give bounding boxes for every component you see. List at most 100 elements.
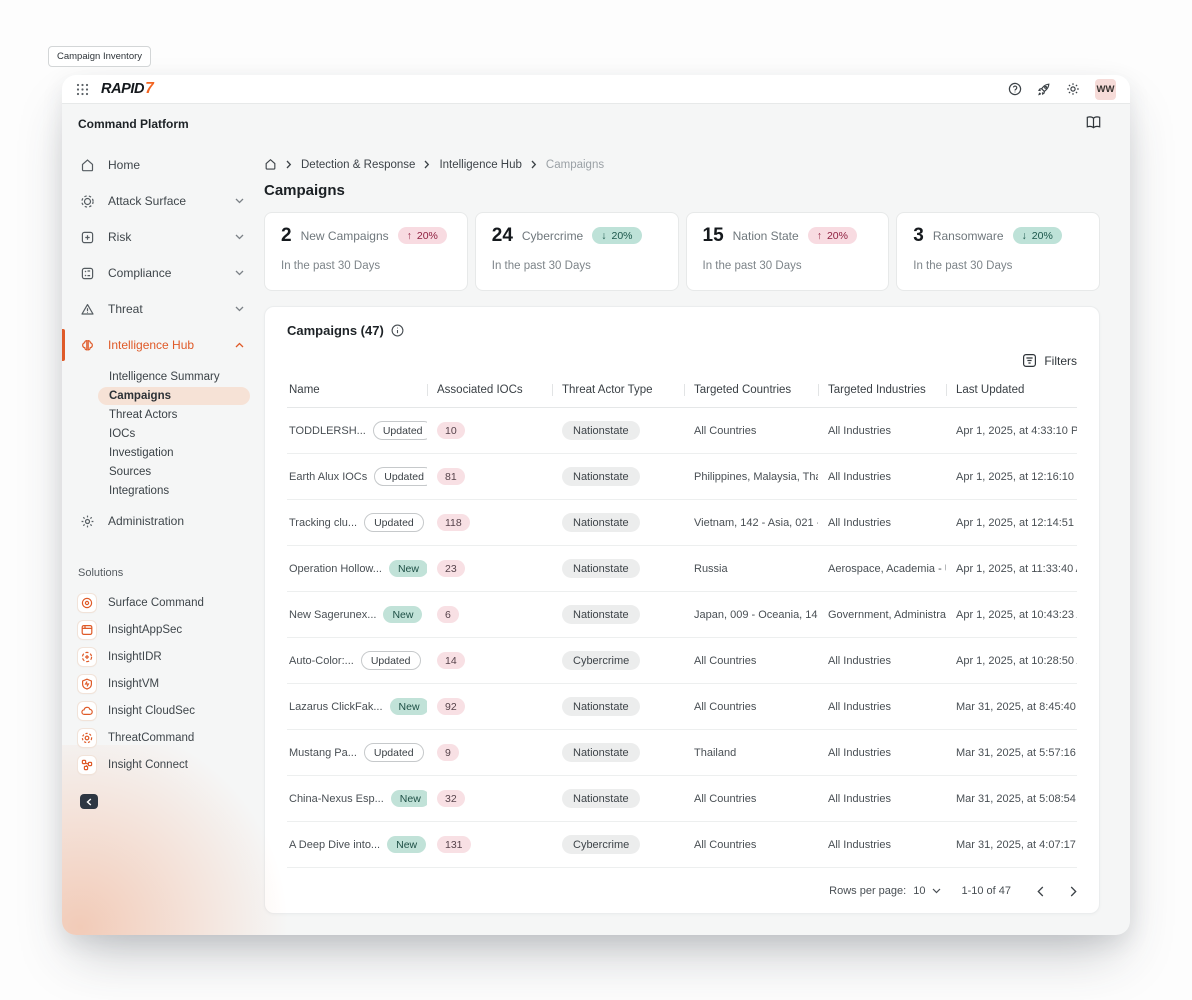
- table-row[interactable]: Tracking clu... Updated 118 Nationstate …: [287, 500, 1077, 546]
- status-badge: New: [383, 606, 422, 623]
- table-row[interactable]: A Deep Dive into... New 131 Cybercrime A…: [287, 822, 1077, 868]
- page-title: Campaigns: [264, 182, 1100, 199]
- next-page-button[interactable]: [1070, 886, 1077, 897]
- rows-per-page-value[interactable]: 10: [913, 885, 925, 897]
- threatcommand-icon: [78, 729, 96, 747]
- table-row[interactable]: China-Nexus Esp... New 32 Nationstate Al…: [287, 776, 1077, 822]
- column-header-targeted-industries[interactable]: Targeted Industries: [818, 384, 946, 396]
- table-row[interactable]: Earth Alux IOCs Updated 81 Nationstate P…: [287, 454, 1077, 500]
- rows-per-page-label: Rows per page:: [829, 885, 906, 897]
- chevron-down-icon: [235, 234, 244, 240]
- solution-insightidr[interactable]: InsightIDR: [62, 643, 258, 670]
- campaign-name[interactable]: China-Nexus Esp...: [289, 793, 384, 805]
- chevron-up-icon: [235, 342, 244, 348]
- campaign-name[interactable]: A Deep Dive into...: [289, 839, 380, 851]
- sidebar-sub-item[interactable]: IOCs: [98, 425, 250, 443]
- insight-connect-icon: [78, 756, 96, 774]
- chevron-down-icon: [235, 270, 244, 276]
- solution-insight-cloudsec[interactable]: Insight CloudSec: [62, 697, 258, 724]
- solution-insightvm[interactable]: InsightVM: [62, 670, 258, 697]
- campaign-name[interactable]: TODDLERSH...: [289, 425, 366, 437]
- sidebar-item-compliance[interactable]: Compliance: [62, 255, 258, 291]
- app-grid-icon[interactable]: [76, 83, 89, 96]
- last-updated-cell: Mar 31, 2025, at 5:08:54 P...: [946, 793, 1077, 805]
- rows-per-page-chevron-icon[interactable]: [932, 888, 941, 894]
- sidebar-item-threat[interactable]: Threat: [62, 291, 258, 327]
- column-header-associated-iocs[interactable]: Associated IOCs: [427, 384, 552, 396]
- table-row[interactable]: Mustang Pa... Updated 9 Nationstate Thai…: [287, 730, 1077, 776]
- breadcrumb-home-icon[interactable]: [264, 158, 277, 171]
- breadcrumb-item[interactable]: Detection & Response: [301, 159, 415, 171]
- targeted-industries-cell: Government, Administration: [818, 609, 946, 621]
- sidebar-item-attack-surface[interactable]: Attack Surface: [62, 183, 258, 219]
- table-row[interactable]: Lazarus ClickFak... New 92 Nationstate A…: [287, 684, 1077, 730]
- solutions-heading: Solutions: [62, 567, 258, 579]
- solution-label: ThreatCommand: [108, 732, 194, 744]
- gear-icon[interactable]: [1066, 82, 1080, 96]
- column-header-threat-actor-type[interactable]: Threat Actor Type: [552, 384, 684, 396]
- breadcrumb-item[interactable]: Intelligence Hub: [439, 159, 521, 171]
- table-row[interactable]: New Sagerunex... New 6 Nationstate Japan…: [287, 592, 1077, 638]
- breadcrumb-current: Campaigns: [546, 159, 604, 171]
- sidebar-item-intelligence-hub[interactable]: Intelligence Hub: [62, 327, 258, 363]
- column-header-name[interactable]: Name: [287, 384, 427, 396]
- campaign-name[interactable]: New Sagerunex...: [289, 609, 376, 621]
- ioc-count-badge: 92: [437, 698, 465, 715]
- sidebar-sub-item[interactable]: Campaigns: [98, 387, 250, 405]
- previous-page-button[interactable]: [1037, 886, 1044, 897]
- sidebar-sub-item[interactable]: Intelligence Summary: [98, 368, 250, 386]
- solution-label: InsightVM: [108, 678, 159, 690]
- info-icon[interactable]: [391, 324, 404, 337]
- targeted-countries-cell: All Countries: [684, 701, 818, 713]
- table-row[interactable]: TODDLERSH... Updated 10 Nationstate All …: [287, 408, 1077, 454]
- table-row[interactable]: Operation Hollow... New 23 Nationstate R…: [287, 546, 1077, 592]
- campaign-name[interactable]: Tracking clu...: [289, 517, 357, 529]
- help-icon[interactable]: [1008, 82, 1022, 96]
- chevron-right-icon: [286, 160, 292, 169]
- sidebar-sub-item[interactable]: Sources: [98, 463, 250, 481]
- stat-delta: 20%: [827, 230, 848, 242]
- campaign-name[interactable]: Operation Hollow...: [289, 563, 382, 575]
- targeted-industries-cell: All Industries: [818, 517, 946, 529]
- sidebar-item-administration[interactable]: Administration: [62, 503, 258, 539]
- sidebar-item-home[interactable]: Home: [62, 147, 258, 183]
- docs-book-icon[interactable]: [1085, 115, 1102, 130]
- insightappsec-icon: [78, 621, 96, 639]
- stat-label: New Campaigns: [301, 229, 389, 243]
- targeted-industries-cell: All Industries: [818, 701, 946, 713]
- solution-label: Surface Command: [108, 597, 204, 609]
- status-badge: Updated: [373, 421, 427, 440]
- campaign-name[interactable]: Auto-Color:...: [289, 655, 354, 667]
- filters-button[interactable]: Filters: [1022, 353, 1077, 368]
- column-header-targeted-countries[interactable]: Targeted Countries: [684, 384, 818, 396]
- sidebar-collapse-button[interactable]: [80, 794, 98, 809]
- threat-actor-type-badge: Nationstate: [562, 467, 640, 486]
- stat-delta-badge: ↑20%: [398, 227, 447, 244]
- stat-delta-badge: ↑20%: [808, 227, 857, 244]
- user-avatar[interactable]: WW: [1095, 79, 1116, 100]
- last-updated-cell: Mar 31, 2025, at 8:45:40 P...: [946, 701, 1077, 713]
- threat-actor-type-badge: Nationstate: [562, 743, 640, 762]
- campaign-name[interactable]: Lazarus ClickFak...: [289, 701, 383, 713]
- last-updated-cell: Mar 31, 2025, at 5:57:16 P...: [946, 747, 1077, 759]
- platform-title: Command Platform: [62, 117, 258, 131]
- table-row[interactable]: Auto-Color:... Updated 14 Cybercrime All…: [287, 638, 1077, 684]
- insightvm-shield-icon: [78, 675, 96, 693]
- rapid7-logo[interactable]: RAPID7: [101, 80, 153, 98]
- column-header-last-updated[interactable]: Last Updated: [946, 384, 1077, 396]
- sidebar-sub-item[interactable]: Threat Actors: [98, 406, 250, 424]
- campaign-name[interactable]: Mustang Pa...: [289, 747, 357, 759]
- campaign-name[interactable]: Earth Alux IOCs: [289, 471, 367, 483]
- stat-delta-badge: ↓20%: [592, 227, 641, 244]
- stat-card-cybercrime: 24 Cybercrime ↓20% In the past 30 Days: [475, 212, 679, 291]
- solution-insight-connect[interactable]: Insight Connect: [62, 751, 258, 778]
- sidebar-item-risk[interactable]: Risk: [62, 219, 258, 255]
- solution-threatcommand[interactable]: ThreatCommand: [62, 724, 258, 751]
- solution-surface-command[interactable]: Surface Command: [62, 589, 258, 616]
- rocket-icon[interactable]: [1037, 82, 1051, 96]
- solution-insightappsec[interactable]: InsightAppSec: [62, 616, 258, 643]
- sidebar-sub-item[interactable]: Investigation: [98, 444, 250, 462]
- chevron-down-icon: [235, 306, 244, 312]
- brain-icon: [80, 338, 95, 353]
- sidebar-sub-item[interactable]: Integrations: [98, 482, 250, 500]
